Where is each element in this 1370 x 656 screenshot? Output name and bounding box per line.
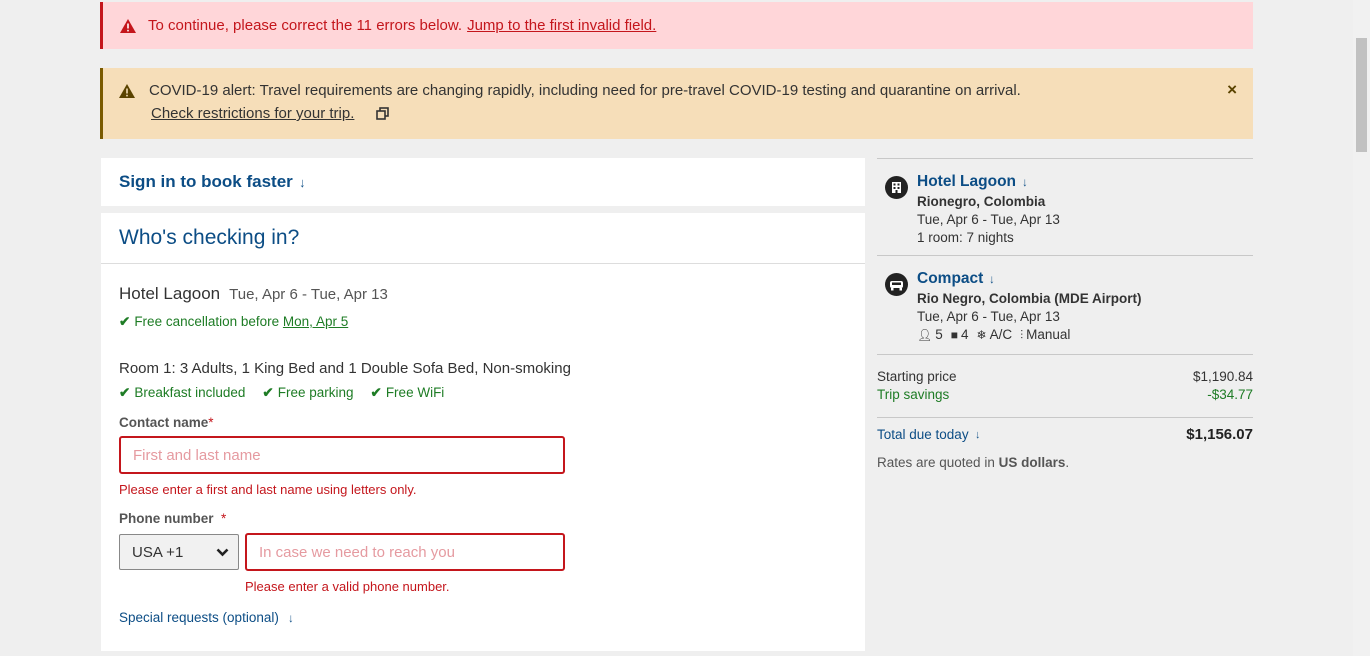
chevron-down-icon: ↓︎ [989, 272, 996, 286]
amenity-breakfast: ✔ Breakfast included [119, 385, 246, 400]
amenities-list: ✔ Breakfast included ✔ Free parking ✔ Free … [119, 385, 865, 401]
car-dates: Tue, Apr 6 - Tue, Apr 13 [917, 309, 1060, 324]
jump-to-invalid-link[interactable]: Jump to the first invalid field. [467, 17, 656, 34]
checkmark-icon: ✔ [119, 314, 131, 329]
contact-name-placeholder: First and last name [133, 446, 261, 464]
hotel-name: Hotel Lagoon [119, 284, 221, 303]
price-summary: Starting price $1,190.84 Trip savings -$… [877, 354, 1253, 470]
chevron-down-icon: ↓︎ [974, 428, 980, 441]
starting-price-value: $1,190.84 [1192, 369, 1253, 384]
chevron-down-icon: ↓︎ [1022, 175, 1028, 189]
total-due-value: $1,156.07 [1186, 426, 1253, 443]
covid-alert: COVID-19 alert: Travel requirements are … [100, 68, 1253, 139]
special-requests-toggle[interactable]: Special requests (optional) ↓︎ [119, 610, 865, 625]
chevron-down-icon: ↓︎ [288, 610, 294, 625]
cancellation-date: Mon, Apr 5 [282, 314, 349, 329]
hotel-dates: Tue, Apr 6 - Tue, Apr 13 [229, 286, 388, 303]
hotel-summary: Hotel Lagoon ↓︎ Rionegro, Colombia Tue, … [877, 158, 1253, 255]
person-icon: 👤︎ [917, 328, 933, 342]
trip-summary: Hotel Lagoon ↓︎ Rionegro, Colombia Tue, … [877, 158, 1253, 470]
snowflake-icon: ❄ [976, 328, 987, 342]
car-summary: Compact ↓︎ Rio Negro, Colombia (MDE Airp… [877, 255, 1253, 352]
country-code-value: USA +1 [132, 543, 184, 561]
page-scrollbar[interactable] [1353, 0, 1370, 656]
total-due-label: Total due today [877, 427, 969, 442]
warning-icon [120, 18, 136, 33]
car-summary-name: Compact [917, 270, 984, 287]
room-description: Room 1: 3 Adults, 1 King Bed and 1 Doubl… [119, 360, 571, 377]
scrollbar-thumb[interactable] [1356, 38, 1367, 152]
hotel-summary-dates: Tue, Apr 6 - Tue, Apr 13 [917, 212, 1060, 227]
cancellation-text: Free cancellation before [134, 314, 280, 329]
external-link-icon[interactable] [376, 106, 390, 121]
checkmark-icon: ✔ [119, 385, 131, 400]
special-requests-label: Special requests (optional) [119, 610, 279, 625]
close-icon[interactable]: × [1227, 80, 1237, 100]
starting-price-label: Starting price [877, 369, 957, 384]
car-ac: ❄ A/C [976, 327, 1013, 342]
trip-savings-value: -$34.77 [1207, 387, 1253, 402]
contact-name-label: Contact name* [119, 415, 214, 430]
amenity-parking: ✔ Free parking [262, 385, 354, 400]
chevron-down-icon: ↓︎ [299, 174, 305, 190]
gear-shift-icon: ⫶ [1020, 328, 1024, 342]
checkmark-icon: ✔ [262, 385, 274, 400]
rates-note: Rates are quoted in US dollars. [877, 455, 1070, 470]
luggage-icon: ■ [950, 328, 958, 342]
contact-name-error: Please enter a first and last name using… [119, 482, 417, 497]
error-message: To continue, please correct the 11 error… [148, 17, 463, 34]
hotel-summary-name: Hotel Lagoon [917, 173, 1017, 190]
trip-savings-label: Trip savings [877, 387, 950, 402]
contact-name-input[interactable]: First and last name [119, 436, 565, 474]
car-summary-toggle[interactable]: Compact ↓︎ [917, 270, 1142, 288]
check-restrictions-link[interactable]: Check restrictions for your trip. [151, 105, 354, 122]
car-features: 👤︎ 5 ■ 4 ❄ A/C ⫶ Manual [917, 326, 1142, 344]
hotel-rooms-nights: 1 room: 7 nights [917, 230, 1014, 245]
required-marker: * [208, 415, 214, 430]
rates-currency: US dollars [998, 455, 1066, 470]
sign-in-label: Sign in to book faster [119, 172, 293, 191]
phone-number-input[interactable]: In case we need to reach you [245, 533, 565, 571]
checkmark-icon: ✔ [370, 385, 382, 400]
phone-number-label: Phone number * [119, 511, 227, 526]
hotel-icon [885, 176, 908, 199]
amenity-wifi: ✔ Free WiFi [370, 385, 445, 400]
car-icon [885, 273, 908, 296]
covid-message: COVID-19 alert: Travel requirements are … [149, 82, 1021, 99]
car-location: Rio Negro, Colombia (MDE Airport) [917, 291, 1142, 306]
hotel-summary-toggle[interactable]: Hotel Lagoon ↓︎ [917, 173, 1060, 191]
chevron-down-icon [216, 548, 229, 556]
free-cancellation: ✔ Free cancellation before Mon, Apr 5 [119, 314, 865, 330]
error-banner: To continue, please correct the 11 error… [100, 2, 1253, 49]
car-transmission: ⫶ Manual [1020, 327, 1071, 342]
checkin-title: Who's checking in? [101, 213, 865, 264]
checkin-card: Who's checking in? Hotel Lagoon Tue, Apr… [101, 213, 865, 651]
car-bags: ■ 4 [950, 327, 969, 342]
car-passengers: 👤︎ 5 [917, 327, 943, 342]
country-code-select[interactable]: USA +1 [119, 534, 239, 570]
hotel-location: Rionegro, Colombia [917, 194, 1046, 209]
sign-in-toggle[interactable]: Sign in to book faster ↓︎ [101, 158, 865, 206]
phone-number-error: Please enter a valid phone number. [245, 579, 450, 594]
required-marker: * [221, 511, 227, 526]
warning-icon [119, 83, 135, 98]
total-due-toggle[interactable]: Total due today ↓︎ [877, 427, 980, 442]
phone-number-placeholder: In case we need to reach you [259, 543, 455, 561]
